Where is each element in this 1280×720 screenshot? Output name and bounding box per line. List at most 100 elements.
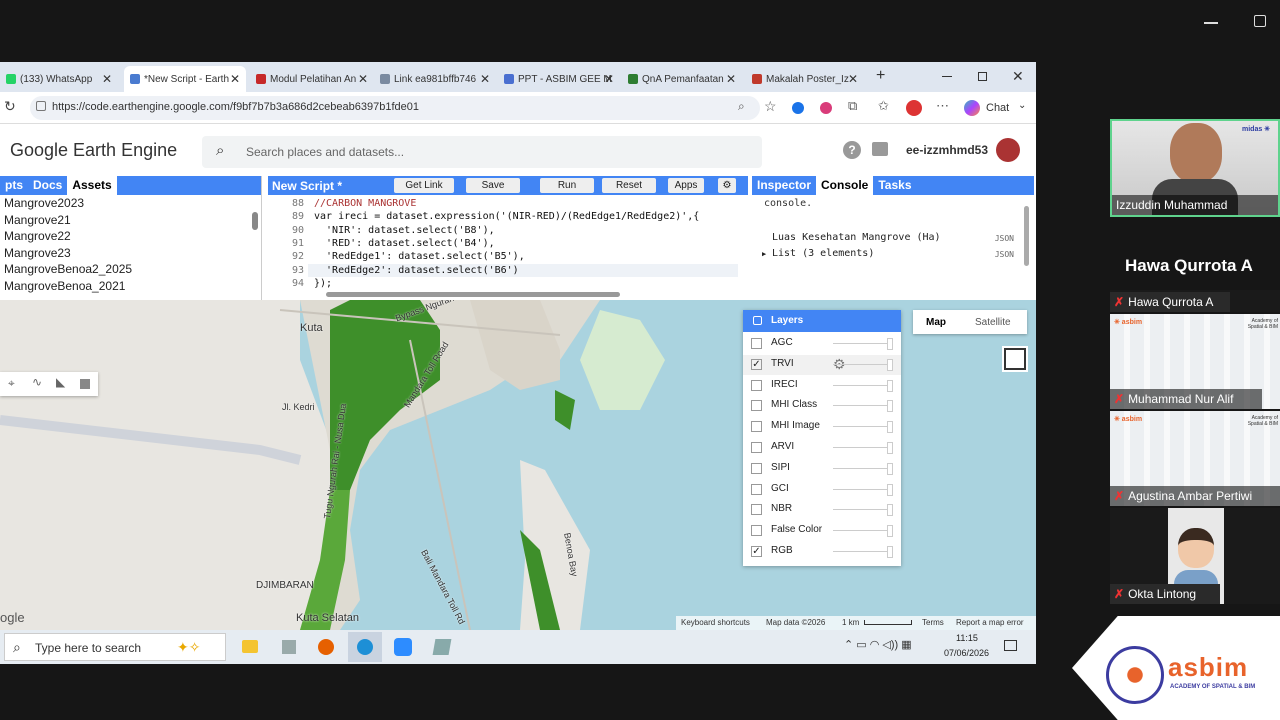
asset-item[interactable]: MangroveBenoa2_2025 — [0, 261, 261, 278]
map-type-map-button[interactable]: Map — [926, 317, 946, 328]
asset-item[interactable]: MangroveBenoa_2021 — [0, 278, 261, 295]
browser-tab[interactable]: PPT - ASBIM GEE M ✕ — [498, 66, 620, 92]
notification-icon[interactable] — [1004, 640, 1017, 651]
profile-avatar[interactable] — [906, 100, 922, 116]
url-field[interactable]: https://code.earthengine.google.com/f9bf… — [30, 96, 760, 120]
scrollbar[interactable] — [252, 212, 258, 230]
close-icon[interactable]: ✕ — [358, 72, 368, 86]
settings-gear-icon[interactable]: ⚙ — [718, 178, 736, 193]
slider-handle[interactable] — [887, 442, 893, 454]
slider-handle[interactable] — [887, 400, 893, 413]
clock-date[interactable]: 07/06/2026 — [944, 648, 989, 658]
user-account[interactable]: ee-izzmhmd53 — [906, 143, 988, 157]
chat-button[interactable]: Chat — [986, 102, 1009, 114]
slider-handle[interactable] — [887, 504, 893, 517]
marker-tool-icon[interactable]: ⌖ — [8, 376, 15, 391]
code-line[interactable]: //CARBON MANGROVE — [314, 197, 416, 210]
opacity-slider[interactable] — [833, 363, 889, 365]
file-explorer-icon[interactable] — [242, 640, 258, 653]
layer-row[interactable]: MHI Image — [743, 417, 901, 437]
opacity-slider[interactable] — [833, 343, 889, 344]
code-line[interactable]: 'RedEdge2': dataset.select('B6') — [314, 264, 519, 277]
slider-handle[interactable] — [887, 421, 893, 434]
polygon-tool-icon[interactable]: ◣ — [56, 375, 65, 389]
layer-checkbox[interactable] — [751, 338, 762, 349]
opacity-slider[interactable] — [833, 488, 889, 490]
layer-checkbox[interactable] — [751, 462, 762, 474]
layer-checkbox[interactable] — [751, 421, 762, 433]
clock-time[interactable]: 11:15 — [956, 633, 978, 643]
extensions-puzzle-icon[interactable]: ⧉ — [848, 98, 857, 114]
console-entry[interactable]: Luas Kesehatan Mangrove (Ha) JSON — [764, 232, 1014, 248]
rectangle-tool-icon[interactable] — [80, 379, 90, 389]
close-icon[interactable]: ✕ — [848, 72, 858, 86]
report-error-link[interactable]: Report a map error — [956, 618, 1024, 627]
slider-handle[interactable] — [887, 525, 893, 538]
site-info-icon[interactable] — [36, 101, 46, 111]
opacity-slider[interactable] — [833, 509, 889, 511]
layer-checkbox[interactable] — [751, 504, 762, 516]
zoom-app-icon[interactable] — [394, 638, 412, 656]
opacity-slider[interactable] — [833, 551, 889, 552]
new-tab-button[interactable]: + — [876, 67, 885, 85]
close-icon[interactable]: ✕ — [102, 72, 112, 86]
more-menu-icon[interactable]: ⋯ — [936, 98, 949, 114]
code-line[interactable]: }); — [314, 277, 332, 290]
tab-assets[interactable]: Assets — [67, 176, 117, 195]
tab-pts[interactable]: pts — [0, 176, 28, 195]
opacity-slider[interactable] — [833, 405, 889, 407]
browser-tab[interactable]: Modul Pelatihan An ✕ — [250, 66, 374, 92]
map-type-satellite-button[interactable]: Satellite — [975, 317, 1011, 328]
browser-tab[interactable]: *New Script - Earth ✕ — [124, 66, 246, 92]
opacity-slider[interactable] — [833, 530, 889, 532]
close-icon[interactable]: ✕ — [230, 72, 240, 86]
terms-link[interactable]: Terms — [922, 618, 944, 627]
code-line[interactable]: 'RED': dataset.select('B4'), — [314, 237, 495, 250]
help-icon[interactable]: ? — [843, 141, 861, 159]
close-icon[interactable]: ✕ — [480, 72, 490, 86]
layer-checkbox[interactable]: ✓ — [751, 546, 762, 557]
reset-button[interactable]: Reset — [602, 178, 656, 193]
save-button[interactable]: Save — [466, 178, 520, 193]
run-button[interactable]: Run — [540, 178, 594, 193]
tab-console[interactable]: Console — [816, 176, 874, 195]
slider-handle[interactable] — [887, 462, 893, 475]
layer-row[interactable]: ✓ RGB — [743, 542, 901, 562]
map-view[interactable]: ⌖ ∿ ◣ Kuta Bypass Ngurah Jl. Kedri Mandara … — [0, 300, 1036, 630]
horizontal-scrollbar[interactable] — [326, 292, 620, 297]
close-icon[interactable]: ✕ — [604, 72, 614, 86]
layer-row[interactable]: AGC — [743, 334, 901, 354]
layer-row[interactable]: MHI Class — [743, 396, 901, 416]
layer-row[interactable]: IRECI — [743, 376, 901, 396]
layer-checkbox[interactable] — [751, 483, 762, 495]
favorite-star-icon[interactable]: ☆ — [764, 98, 777, 115]
layer-checkbox[interactable]: ✓ — [751, 358, 762, 370]
opacity-slider[interactable] — [833, 384, 889, 386]
participant-tile-audio[interactable]: ✗ Hawa Qurrota A — [1110, 290, 1280, 312]
layer-checkbox[interactable] — [751, 400, 762, 412]
opacity-slider[interactable] — [833, 447, 889, 448]
system-tray-icons[interactable]: ⌃ ▭ ◠ ◁)) ▦ — [844, 638, 912, 651]
opacity-slider[interactable] — [833, 467, 889, 469]
code-line[interactable]: var ireci = dataset.expression('(NIR-RED… — [314, 210, 699, 223]
code-line[interactable]: 'NIR': dataset.select('B8'), — [314, 224, 495, 237]
reload-icon[interactable]: ↻ — [4, 98, 16, 115]
browser-tab[interactable]: (133) WhatsApp ✕ — [0, 66, 118, 92]
layers-header[interactable]: Layers — [743, 310, 901, 332]
get-link-button[interactable]: Get Link — [394, 178, 454, 193]
asset-item[interactable]: Mangrove2023 — [0, 195, 261, 212]
keyboard-shortcuts-link[interactable]: Keyboard shortcuts — [681, 618, 750, 627]
slider-handle[interactable] — [887, 358, 893, 371]
gee-logo[interactable]: Google Earth Engine — [10, 140, 177, 161]
asset-item[interactable]: Mangrove23 — [0, 245, 261, 262]
layer-row[interactable]: SIPI — [743, 459, 901, 479]
apps-button[interactable]: Apps — [668, 178, 704, 193]
fullscreen-icon[interactable] — [1002, 346, 1028, 372]
tab-tasks[interactable]: Tasks — [873, 176, 916, 195]
window-close-icon[interactable]: ✕ — [1012, 68, 1024, 85]
extension-icon[interactable] — [792, 102, 804, 114]
browser-tab[interactable]: Makalah Poster_Iz ✕ — [746, 66, 864, 92]
search-input[interactable]: ⌕ Search places and datasets... — [202, 136, 762, 168]
extension-icon-2[interactable] — [820, 102, 832, 114]
app-icon-2[interactable] — [432, 639, 452, 655]
